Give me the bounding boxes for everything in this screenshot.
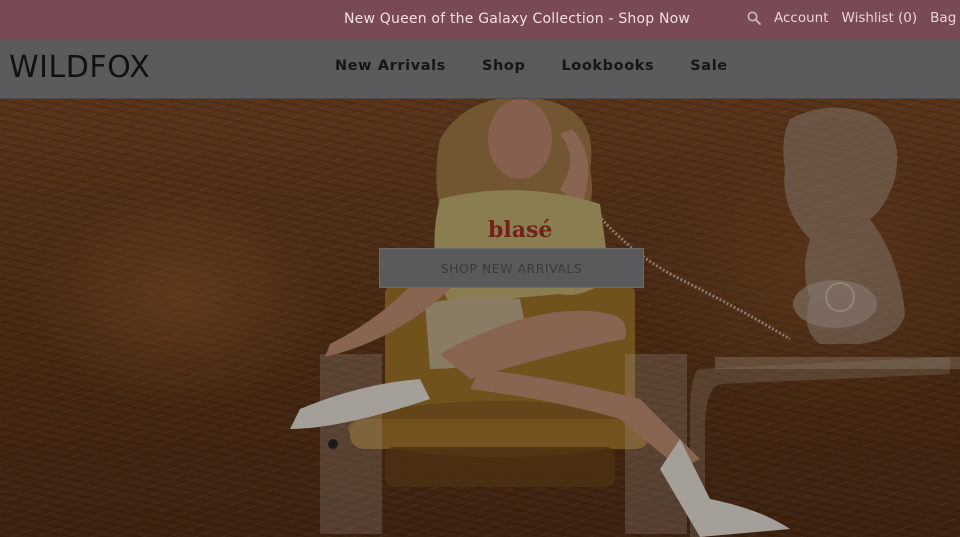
wildfox-logo[interactable]: WILDFOX bbox=[9, 50, 150, 85]
nav-shop[interactable]: Shop bbox=[482, 58, 526, 74]
nav-new-arrivals[interactable]: New Arrivals bbox=[335, 58, 446, 74]
nav-sale[interactable]: Sale bbox=[690, 58, 727, 74]
hero-overlay bbox=[0, 99, 960, 537]
utility-nav: Account Wishlist (0) Bag bbox=[746, 10, 960, 26]
promo-bar: New Queen of the Galaxy Collection - Sho… bbox=[0, 0, 960, 40]
wishlist-link[interactable]: Wishlist (0) bbox=[842, 10, 918, 26]
nav-lookbooks[interactable]: Lookbooks bbox=[561, 58, 654, 74]
cta-label: SHOP NEW ARRIVALS bbox=[440, 260, 583, 276]
main-nav: New Arrivals Shop Lookbooks Sale bbox=[335, 58, 764, 74]
shop-new-arrivals-button[interactable]: SHOP NEW ARRIVALS bbox=[379, 248, 644, 288]
bag-link[interactable]: Bag bbox=[930, 10, 956, 26]
account-link[interactable]: Account bbox=[774, 10, 829, 26]
search-icon[interactable] bbox=[746, 10, 762, 26]
site-header: WILDFOX New Arrivals Shop Lookbooks Sale bbox=[0, 40, 960, 99]
hero-banner: blasé SHOP NEW ARRIVALS bbox=[0, 99, 960, 537]
promo-link[interactable]: New Queen of the Galaxy Collection - Sho… bbox=[344, 11, 690, 27]
